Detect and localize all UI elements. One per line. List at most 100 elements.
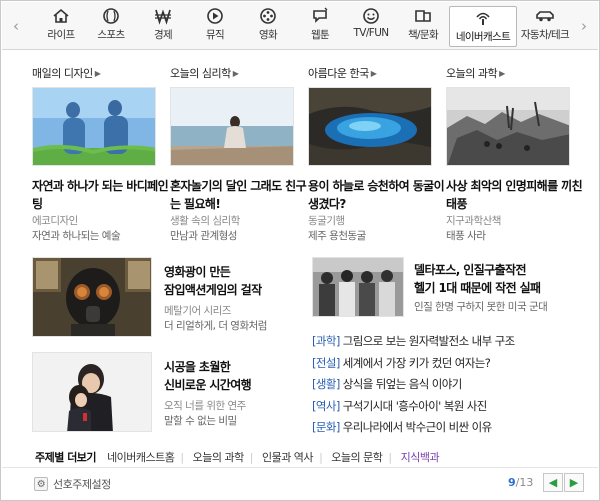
- list-item[interactable]: [전설] 세계에서 가장 키가 컸던 여자는?: [312, 355, 587, 377]
- topic-link-encyclopedia[interactable]: 지식백과: [401, 451, 440, 464]
- category-movie[interactable]: 영화: [245, 7, 291, 46]
- lava-cave-image: [309, 88, 431, 165]
- section-title[interactable]: 사상 최악의 인명피해를 끼친 태풍: [446, 177, 586, 213]
- feature-thumbnail[interactable]: [312, 257, 404, 317]
- play-icon: [207, 8, 223, 24]
- section-heading[interactable]: 아름다운 한국 ▶: [308, 65, 436, 80]
- divider: |: [249, 451, 254, 464]
- category-label: 스포츠: [97, 29, 125, 41]
- topic-link-literature[interactable]: 오늘의 문학: [331, 451, 383, 464]
- category-label: 웹툰: [310, 29, 330, 41]
- preferred-topic-settings-button[interactable]: ⚙ 선호주제설정: [34, 476, 111, 492]
- feature-source[interactable]: 오직 너를 위한 연주: [164, 398, 246, 413]
- feature-title[interactable]: 영화광이 만든 잠입액션게임의 걸작: [164, 263, 262, 299]
- category-navercast[interactable]: 네이버캐스트: [449, 6, 517, 47]
- feature-subtitle[interactable]: 말할 수 없는 비밀: [164, 413, 237, 428]
- speech-bubble-icon: [313, 7, 328, 23]
- feature-secret: 시공을 초월한 신비로운 시간여행 오직 너를 위한 연주 말할 수 없는 비밀: [32, 352, 302, 436]
- section-title[interactable]: 용이 하늘로 승천하여 동굴이 생겼다?: [308, 177, 448, 213]
- movie-couple-image: [33, 353, 151, 431]
- person-at-sea-image: [171, 88, 293, 165]
- feature-subtitle[interactable]: 인질 한명 구하지 못한 미국 군대: [414, 299, 548, 314]
- prev-category-button[interactable]: ‹: [4, 2, 28, 50]
- category-car-tech[interactable]: 자동차/테크: [518, 7, 572, 46]
- category-sports[interactable]: 스포츠: [88, 7, 134, 46]
- category-label: 라이프: [47, 29, 75, 41]
- page-indicator: 9/13: [508, 476, 534, 489]
- section-thumbnail[interactable]: [170, 87, 294, 166]
- next-page-button[interactable]: ▶: [564, 473, 584, 492]
- divider: |: [319, 451, 323, 464]
- news-text: 세계에서 가장 키가 컸던 여자는?: [342, 355, 491, 370]
- section-subtitle[interactable]: 태풍 사라: [446, 228, 486, 243]
- caret-right-icon: ▶: [94, 69, 101, 78]
- prev-page-button[interactable]: ◀: [543, 473, 563, 492]
- category-book[interactable]: 책/문화: [400, 7, 446, 46]
- list-item[interactable]: [문화] 우리나라에서 박수근이 비싼 이유: [312, 419, 587, 441]
- news-tag: [생활]: [312, 377, 340, 391]
- category-tvfun[interactable]: TV/FUN: [345, 7, 397, 46]
- news-text: 상식을 뒤엎는 음식 이야기: [342, 377, 463, 391]
- feature-thumbnail[interactable]: [32, 257, 152, 337]
- topic-link-science[interactable]: 오늘의 과학: [193, 451, 245, 464]
- section-science: 오늘의 과학 ▶ 사상 최악의 인명피해를 끼친 태풍 지구과학산책 태풍 사라: [446, 65, 583, 242]
- feature-thumbnail[interactable]: [32, 352, 152, 432]
- news-list: [과학] 그림으로 보는 원자력발전소 내부 구조 [전설] 세계에서 가장 키가 …: [312, 333, 587, 441]
- caret-right-icon: ▶: [499, 69, 505, 78]
- topic-link-people-history[interactable]: 인물과 역사: [262, 451, 314, 464]
- divider: |: [180, 451, 184, 464]
- section-title[interactable]: 혼자놀기의 달인 그래도 친구는 필요해!: [170, 177, 310, 213]
- category-webtoon[interactable]: 웹툰: [297, 7, 343, 46]
- category-label: 자동차/테크: [520, 29, 570, 41]
- section-source[interactable]: 동굴기행: [308, 213, 345, 228]
- list-item[interactable]: [생활] 상식을 뒤엎는 음식 이야기: [312, 376, 587, 398]
- feature-subtitle[interactable]: 더 리얼하게, 더 영화처럼: [164, 318, 267, 333]
- footer-bar: ⚙ 선호주제설정 9/13 ◀ ▶: [2, 467, 598, 500]
- section-source[interactable]: 에코디자인: [32, 213, 78, 228]
- category-life[interactable]: 라이프: [38, 7, 84, 46]
- current-page: 9: [508, 476, 516, 489]
- divider: |: [388, 451, 392, 464]
- section-heading[interactable]: 매일의 디자인 ▶: [32, 65, 160, 80]
- news-text: 우리나라에서 박수근이 비싼 이유: [342, 420, 492, 434]
- smile-icon: [363, 8, 379, 24]
- feature-source[interactable]: 메탈기어 시리즈: [164, 303, 231, 318]
- section-subtitle[interactable]: 만남과 관계형성: [170, 228, 237, 243]
- category-music[interactable]: 뮤직: [192, 7, 238, 46]
- category-economy[interactable]: 경제: [140, 7, 186, 46]
- topic-links: 주제별 더보기 네이버캐스트홈 | 오늘의 과학 | 인물과 역사 | 오늘의 문학 |…: [35, 449, 595, 464]
- body-painting-image: [33, 88, 155, 165]
- pref-label: 선호주제설정: [53, 478, 111, 491]
- chevron-right-icon: ▶: [569, 476, 579, 489]
- news-text: 그림으로 보는 원자력발전소 내부 구조: [342, 334, 516, 348]
- feature-title[interactable]: 시공을 초월한 신비로운 시간여행: [164, 358, 252, 394]
- category-label: 영화: [258, 29, 278, 41]
- chevron-left-icon: ◀: [548, 476, 558, 489]
- topic-link-home[interactable]: 네이버캐스트홈: [107, 451, 175, 464]
- ball-icon: [103, 8, 119, 24]
- section-source[interactable]: 지구과학산책: [446, 213, 501, 228]
- next-category-button[interactable]: ›: [572, 2, 596, 50]
- section-title[interactable]: 자연과 하나가 되는 바디페인팅: [32, 177, 172, 213]
- caret-right-icon: ▶: [232, 69, 239, 78]
- category-label: 경제: [153, 29, 173, 41]
- section-subtitle[interactable]: 제주 용천동굴: [308, 228, 366, 243]
- section-thumbnail[interactable]: [32, 87, 156, 166]
- section-heading[interactable]: 오늘의 과학 ▶: [446, 65, 574, 80]
- list-item[interactable]: [역사] 구석기시대 '흥수아이' 복원 사진: [312, 398, 587, 420]
- section-heading[interactable]: 오늘의 심리학 ▶: [170, 65, 298, 80]
- chevron-left-icon: ‹: [13, 17, 19, 35]
- section-daily-design: 매일의 디자인 ▶ 자연과 하나가 되는 바디페인팅 에코디자인 자연과 하나되는…: [32, 65, 169, 242]
- section-thumbnail[interactable]: [446, 87, 570, 166]
- list-item[interactable]: [과학] 그림으로 보는 원자력발전소 내부 구조: [312, 333, 587, 355]
- news-tag: [전설]: [312, 355, 340, 370]
- section-source[interactable]: 생활 속의 심리학: [170, 213, 240, 228]
- gear-icon: ⚙: [34, 477, 48, 491]
- feature-metal-gear: 영화광이 만든 잠입액션게임의 걸작 메탈기어 시리즈 더 리얼하게, 더 영화처…: [32, 257, 302, 341]
- feature-title[interactable]: 델타포스, 인질구출작전 헬기 1대 때문에 작전 실패: [414, 261, 541, 297]
- news-tag: [역사]: [312, 398, 340, 413]
- feature-delta-force: 델타포스, 인질구출작전 헬기 1대 때문에 작전 실패 인질 한명 구하지 못한…: [312, 257, 592, 321]
- chevron-right-icon: ›: [581, 17, 587, 35]
- section-subtitle[interactable]: 자연과 하나되는 예술: [32, 228, 121, 243]
- section-thumbnail[interactable]: [308, 87, 432, 166]
